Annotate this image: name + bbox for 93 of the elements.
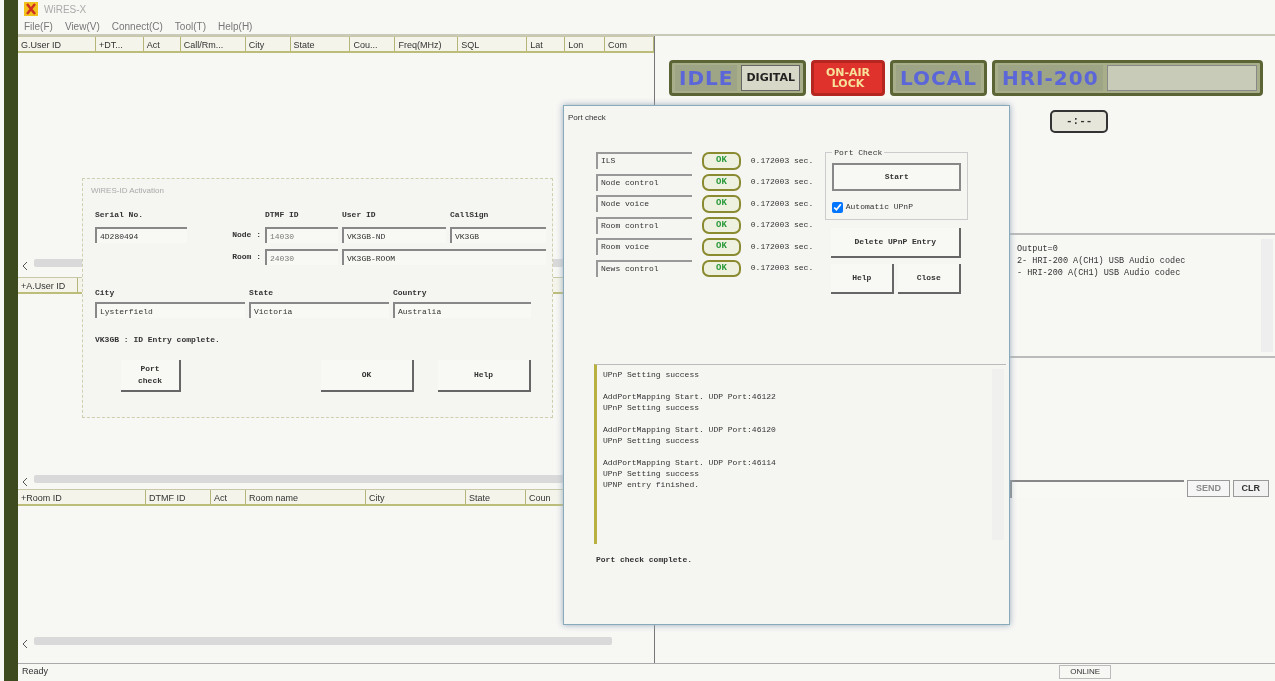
result-badge: OK	[702, 238, 741, 256]
upnp-checkbox[interactable]	[832, 201, 844, 213]
checkbox-label: Automatic UPnP	[845, 201, 913, 213]
log-line: 2- HRI-200 A(CH1) USB Audio codec	[1017, 254, 1187, 267]
field-label: Country	[393, 287, 428, 299]
start-button[interactable]: Start	[832, 163, 962, 191]
column-header[interactable]: City	[245, 37, 291, 51]
column-header[interactable]: State	[466, 490, 526, 504]
window-title: WiRES-X	[44, 2, 87, 17]
result-badge: OK	[702, 173, 741, 191]
port-name-field: Room voice	[596, 238, 692, 256]
response-time: 0.172003 sec.	[750, 240, 814, 253]
column-header[interactable]: +DT...	[95, 37, 144, 51]
field-label: CallSign	[450, 209, 490, 221]
column-header[interactable]: Act	[211, 490, 246, 504]
port-name-field: ILS	[596, 152, 692, 170]
user-id-field[interactable]: VK3GB-ND	[342, 227, 446, 243]
row-label: Node :	[231, 229, 261, 241]
status-text: Ready	[22, 664, 48, 678]
port-name-field: Node control	[596, 173, 692, 191]
dialog-button[interactable]: Delete UPnP Entry	[831, 228, 962, 258]
log-line: UPnP Setting success	[603, 369, 700, 380]
app-icon	[24, 2, 38, 16]
log-line: AddPortMapping Start. UDP Port:46122	[603, 391, 777, 402]
column-header[interactable]: Lon	[565, 37, 606, 51]
result-badge: OK	[702, 216, 741, 234]
row-label: Room :	[231, 251, 261, 263]
column-header[interactable]: DTMF ID	[146, 490, 211, 504]
column-header[interactable]: Cou...	[350, 37, 396, 51]
column-header[interactable]: Act	[143, 37, 181, 51]
result-badge: OK	[702, 259, 741, 277]
column-header[interactable]: Call/Rm...	[180, 37, 246, 51]
status-message: VK3GB : ID Entry complete.	[94, 334, 221, 346]
user-id-field[interactable]: VK3GB-ROOM	[342, 249, 546, 265]
text-field[interactable]: Australia	[393, 302, 531, 318]
menu-item[interactable]: View(V)	[64, 18, 100, 34]
menu-item[interactable]: Connect(C)	[111, 18, 163, 34]
dialog-button[interactable]: Help	[438, 360, 531, 392]
port-name-field: Room control	[596, 216, 692, 234]
column-header[interactable]: G.User ID	[18, 37, 96, 51]
menu-item[interactable]: File(F)	[24, 18, 53, 34]
status-display: HRI-200	[997, 65, 1103, 91]
port-name-field: News control	[596, 259, 692, 277]
field-label: User ID	[342, 209, 377, 221]
column-header[interactable]: City	[366, 490, 466, 504]
field-label: City	[95, 287, 116, 299]
column-header[interactable]: Room name	[246, 490, 366, 504]
column-header[interactable]: SQL	[458, 37, 528, 51]
column-header[interactable]: +Room ID	[18, 490, 146, 504]
field-label: DTMF ID	[265, 209, 300, 221]
clear-button[interactable]: CLR	[1232, 479, 1269, 498]
log-line: AddPortMapping Start. UDP Port:46114	[603, 457, 777, 468]
text-field[interactable]: Victoria	[249, 302, 389, 318]
log-line: - HRI-200 A(CH1) USB Audio codec	[1017, 266, 1182, 279]
text-field[interactable]: Lysterfield	[95, 302, 245, 318]
dialog-title: WiRES-ID Activation	[90, 185, 165, 197]
log-line: UPnP Setting success	[603, 468, 700, 479]
column-header[interactable]: Freq(MHz)	[395, 37, 459, 51]
status-message: Port check complete.	[595, 554, 693, 566]
field-label: State	[249, 287, 274, 299]
result-badge: OK	[702, 195, 741, 213]
response-time: 0.172003 sec.	[750, 154, 814, 167]
serial-field[interactable]: 4D280494	[95, 227, 187, 243]
response-time: 0.172003 sec.	[750, 176, 814, 189]
menu-item[interactable]: Help(H)	[218, 18, 253, 34]
log-line: UPnP Setting success	[603, 435, 700, 446]
dialog-button[interactable]: Close	[898, 264, 962, 294]
column-header[interactable]: Lat	[527, 37, 566, 51]
message-input[interactable]	[1010, 479, 1185, 498]
dialog-button[interactable]: Help	[831, 264, 895, 294]
status-display: LOCAL	[896, 65, 981, 91]
column-header[interactable]: State	[290, 37, 351, 51]
status-display: DIGITAL	[741, 65, 800, 91]
response-time: 0.172003 sec.	[750, 262, 814, 275]
column-header[interactable]: Com	[605, 37, 654, 51]
dialog-button[interactable]: Port check	[121, 360, 181, 392]
column-header[interactable]: +A.User ID	[18, 278, 78, 292]
port-name-field: Node voice	[596, 195, 692, 213]
response-time: 0.172003 sec.	[750, 197, 814, 210]
dialog-button[interactable]: OK	[321, 360, 414, 392]
callsign-field[interactable]: VK3GB	[450, 227, 546, 243]
log-line: Output=0	[1017, 242, 1059, 255]
field-label: Serial No.	[95, 209, 144, 221]
log-line: UPNP entry finished.	[603, 479, 700, 490]
menu-item[interactable]: Tool(T)	[174, 18, 206, 34]
timer-display: -:--	[1050, 110, 1109, 133]
status-display: IDLE	[675, 65, 738, 91]
connection-status: ONLINE	[1059, 664, 1111, 679]
log-line: UPnP Setting success	[603, 402, 700, 413]
status-display: ON-AIR LOCK	[824, 65, 872, 92]
log-line: AddPortMapping Start. UDP Port:46120	[603, 424, 777, 435]
response-time: 0.172003 sec.	[750, 219, 814, 232]
dialog-title: Port check	[567, 112, 607, 124]
